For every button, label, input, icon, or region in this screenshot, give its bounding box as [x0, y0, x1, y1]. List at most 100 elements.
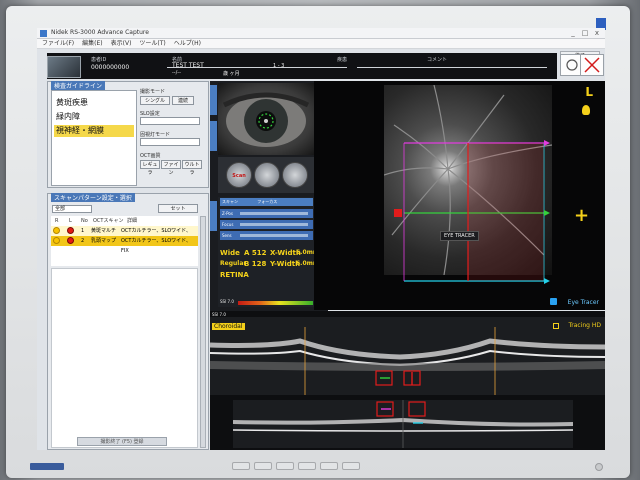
- scan-no: 2: [81, 238, 85, 244]
- mode-label: 撮影モード: [140, 89, 166, 95]
- sensitivity-slider[interactable]: Sens: [220, 231, 313, 240]
- oct-fine-button[interactable]: ファイン: [161, 160, 181, 176]
- fixation-plus-icon[interactable]: +: [574, 207, 589, 225]
- exam-item[interactable]: 緑内障: [54, 111, 134, 123]
- monitor-button[interactable]: [342, 462, 360, 470]
- exam-list[interactable]: 黄斑疾患 緑内障 視神経・網膜: [51, 90, 137, 186]
- patient-id-label: 患者ID: [91, 57, 107, 63]
- window-controls: _ □ x: [568, 29, 602, 37]
- fixation-select[interactable]: [140, 138, 200, 146]
- single-mode-button[interactable]: シングル: [140, 96, 170, 105]
- tracing-hd-checkbox[interactable]: [553, 323, 559, 329]
- patient-photo[interactable]: [47, 56, 81, 78]
- side-tab-anterior[interactable]: [210, 85, 217, 115]
- menu-edit[interactable]: 編集(E): [82, 39, 102, 48]
- left-eye-dot[interactable]: [67, 227, 74, 234]
- scan-row-selected[interactable]: 2 乳頭マップ OCTカルチラー、SLOワイド、FIX: [51, 236, 198, 254]
- monitor-button[interactable]: [320, 462, 338, 470]
- capture-buttons-row: Scan Stop: [218, 157, 315, 205]
- app-icon: [40, 30, 47, 37]
- monitor-button[interactable]: [232, 462, 250, 470]
- header-l: L: [69, 218, 72, 224]
- eye-tracer-icon: [550, 298, 557, 305]
- disease-label: 疾患: [337, 57, 348, 63]
- regular-b-value: B 128: [244, 260, 267, 268]
- focus-slider[interactable]: Focus: [220, 220, 313, 229]
- slider-track[interactable]: [240, 223, 308, 226]
- choroidal-label[interactable]: Choroidal: [212, 323, 245, 330]
- z-position-slider[interactable]: Z-Pos: [220, 209, 313, 218]
- cancel-capture-button[interactable]: [580, 54, 604, 76]
- close-button[interactable]: x: [592, 29, 602, 37]
- light-bulb-icon[interactable]: [582, 105, 590, 115]
- scan-arrow-icon: [544, 210, 550, 216]
- scan-row[interactable]: 1 黄斑マルチ OCTカルチラー、SLOワイド、FIX: [51, 226, 198, 244]
- oct-bscan-panel: SSI 7.0 Choroidal Tracing HD: [210, 311, 605, 450]
- scan-list-scrollbar[interactable]: [200, 216, 206, 448]
- monitor-control-buttons[interactable]: [232, 462, 360, 470]
- ssi-bar: [238, 301, 313, 305]
- power-button-icon[interactable]: [595, 463, 603, 471]
- bscan-image: [210, 317, 605, 395]
- slider-track[interactable]: [240, 212, 308, 215]
- cross-icon: [584, 57, 600, 73]
- header-detail: 詳細: [127, 218, 138, 224]
- patient-info-bar: 患者ID 0000000000 名前 TEST TEST --/-- 歳 ヶ月 …: [47, 53, 557, 79]
- separator-line: [167, 67, 347, 68]
- patient-id-value: 0000000000: [91, 64, 130, 71]
- monitor-button[interactable]: [254, 462, 272, 470]
- set-button[interactable]: セット: [158, 204, 198, 213]
- eye-side-indicator: L: [585, 85, 593, 99]
- scan-list-body[interactable]: [51, 268, 198, 448]
- focus-label: Focus: [222, 222, 234, 227]
- menu-view[interactable]: 表示(V): [111, 39, 132, 48]
- capture-end-button[interactable]: 撮影終了 (F5) 登録: [77, 437, 167, 446]
- application-window: Nidek RS-3000 Advance Capture _ □ x ファイル…: [37, 28, 605, 450]
- scan-filter-select[interactable]: 全部: [52, 205, 92, 213]
- side-tab-fundus[interactable]: [210, 121, 217, 151]
- monitor-button[interactable]: [298, 462, 316, 470]
- scan-overlay: [394, 140, 550, 284]
- patient-dob-value: 1 - 3: [273, 63, 285, 69]
- wide-a-value: A 512: [244, 249, 267, 257]
- right-eye-dot[interactable]: [53, 237, 60, 244]
- menu-help[interactable]: ヘルプ(H): [174, 39, 201, 48]
- left-eye-dot[interactable]: [67, 237, 74, 244]
- scan-pattern-title: スキャンパターン設定・選択: [51, 193, 135, 202]
- comment-label: コメント: [427, 57, 448, 63]
- scan-parameters: スキャン フォーカス Z-Pos Focus Sens Wide A 512 X…: [218, 197, 319, 307]
- header-r: R: [55, 218, 59, 224]
- exam-item[interactable]: 黄斑疾患: [54, 97, 134, 109]
- title-bar: Nidek RS-3000 Advance Capture _ □ x: [37, 28, 605, 39]
- auto-align-button[interactable]: [282, 162, 308, 188]
- oct-bscan-top[interactable]: [210, 317, 605, 395]
- slo-setting-select[interactable]: [140, 117, 200, 125]
- oct-ultra-button[interactable]: ウルトラ: [182, 160, 202, 176]
- oct-regular-button[interactable]: レギュラ: [140, 160, 160, 176]
- wide-label: Wide: [220, 249, 240, 257]
- exam-item-selected[interactable]: 視神経・網膜: [54, 125, 134, 137]
- auto-focus-button[interactable]: [254, 162, 280, 188]
- fundus-slo-view[interactable]: EYE TRACER L + Eye Tracer: [314, 81, 605, 310]
- header-scan: OCTスキャン: [93, 218, 124, 224]
- slider-track[interactable]: [240, 234, 308, 237]
- maximize-button[interactable]: □: [580, 29, 590, 37]
- oct-bscan-bottom[interactable]: [233, 400, 573, 448]
- right-eye-dot[interactable]: [53, 227, 60, 234]
- bscan-image-2: [233, 400, 573, 448]
- continuous-mode-button[interactable]: 連続: [172, 96, 194, 105]
- anterior-eye-camera-view[interactable]: [218, 83, 315, 155]
- menu-tools[interactable]: ツール(T): [139, 39, 165, 48]
- monitor-button[interactable]: [276, 462, 294, 470]
- scan-area-highlight: [468, 143, 544, 281]
- minimize-button[interactable]: _: [568, 29, 578, 37]
- param-head-focus: フォーカス: [257, 199, 278, 204]
- scan-stop-button[interactable]: Scan Stop: [226, 162, 252, 205]
- side-tab-settings[interactable]: [210, 201, 217, 231]
- left-panel: 検査ガイドライン 黄斑疾患 緑内障 視神経・網膜 撮影モード シングル 連続 S…: [47, 81, 209, 450]
- monitor-brand-logo: [30, 463, 64, 470]
- header-no: No: [81, 218, 88, 224]
- menu-file[interactable]: ファイル(F): [42, 39, 74, 48]
- scan-no: 1: [81, 228, 85, 234]
- scan-detail: OCTカルチラー、SLOワイド、FIX: [121, 238, 191, 254]
